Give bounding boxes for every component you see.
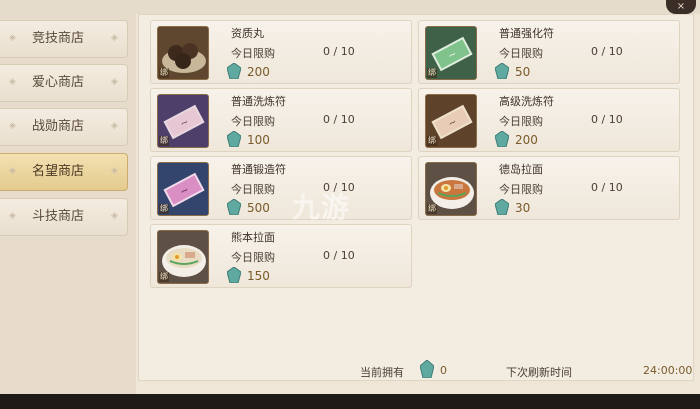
item-name: 高级洗炼符 <box>499 95 554 108</box>
pills-icon: 绑 <box>157 26 209 80</box>
diamond-ornament-icon: ◈ <box>111 121 118 131</box>
item-price: 50 <box>515 65 531 79</box>
limit-label: 今日限购 <box>499 183 543 196</box>
item-price: 200 <box>247 65 270 79</box>
tab-fame-shop[interactable]: ◈ 名望商店 ◈ <box>0 153 128 191</box>
limit-value: 0 / 10 <box>323 249 355 262</box>
limit-value: 0 / 10 <box>591 113 623 126</box>
shop-item-card[interactable]: ~ 绑 普通洗炼符 今日限购 0 / 10 100 <box>150 88 412 152</box>
bound-tag: 绑 <box>427 68 437 78</box>
refresh-label: 下次刷新时间 <box>506 366 572 379</box>
diamond-ornament-icon: ◈ <box>111 33 118 43</box>
shop-item-card[interactable]: ~ 绑 普通锻造符 今日限购 0 / 10 500 <box>150 156 412 220</box>
bound-tag: 绑 <box>159 272 169 282</box>
diamond-ornament-icon: ◈ <box>9 211 16 221</box>
limit-value: 0 / 10 <box>323 113 355 126</box>
item-name: 熊本拉面 <box>231 231 275 244</box>
close-button[interactable]: × <box>666 0 696 14</box>
bound-tag: 绑 <box>427 204 437 214</box>
limit-label: 今日限购 <box>231 251 275 264</box>
currency-gem-icon <box>227 131 241 147</box>
tab-label: 竞技商店 <box>32 31 85 46</box>
item-name: 普通锻造符 <box>231 163 286 176</box>
tab-arena-shop[interactable]: ◈ 竞技商店 ◈ <box>0 20 128 58</box>
tab-label: 战勋商店 <box>32 119 85 134</box>
shop-item-card[interactable]: 绑 德岛拉面 今日限购 0 / 10 30 <box>418 156 680 220</box>
watermark-logo: 九游 <box>292 191 351 224</box>
diamond-ornament-icon: ◈ <box>9 166 16 176</box>
limit-label: 今日限购 <box>499 115 543 128</box>
currency-gem-icon <box>227 267 241 283</box>
tab-label: 名望商店 <box>32 164 85 179</box>
tab-merit-shop[interactable]: ◈ 战勋商店 ◈ <box>0 108 128 146</box>
shop-item-card[interactable]: 绑 熊本拉面 今日限购 0 / 10 150 <box>150 224 412 288</box>
item-name: 资质丸 <box>231 27 264 40</box>
limit-label: 今日限购 <box>499 47 543 60</box>
currency-gem-icon <box>495 199 509 215</box>
gold-talisman-icon: ~ 绑 <box>425 94 477 148</box>
tab-duel-shop[interactable]: ◈ 斗技商店 ◈ <box>0 198 128 236</box>
shop-window: × ◈ 竞技商店 ◈ ◈ 爱心商店 ◈ ◈ 战勋商店 ◈ ◈ 名望商店 ◈ ◈ … <box>0 0 700 409</box>
item-price: 200 <box>515 133 538 147</box>
bound-tag: 绑 <box>159 136 169 146</box>
item-name: 德岛拉面 <box>499 163 543 176</box>
bound-tag: 绑 <box>159 68 169 78</box>
shop-item-card[interactable]: 绑 资质丸 今日限购 0 / 10 200 <box>150 20 412 84</box>
pink-talisman-icon: ~ 绑 <box>157 162 209 216</box>
purple-talisman-icon: ~ 绑 <box>157 94 209 148</box>
limit-label: 今日限购 <box>231 115 275 128</box>
bound-tag: 绑 <box>159 204 169 214</box>
bottom-strip <box>0 394 700 409</box>
diamond-ornament-icon: ◈ <box>111 166 118 176</box>
currency-gem-icon <box>495 63 509 79</box>
owned-value: 0 <box>440 364 447 377</box>
refresh-timer: 24:00:00 <box>643 364 693 377</box>
owned-label: 当前拥有 <box>360 366 404 379</box>
shop-tab-list: ◈ 竞技商店 ◈ ◈ 爱心商店 ◈ ◈ 战勋商店 ◈ ◈ 名望商店 ◈ ◈ 斗技… <box>0 14 136 394</box>
bound-tag: 绑 <box>427 136 437 146</box>
tab-love-shop[interactable]: ◈ 爱心商店 ◈ <box>0 64 128 102</box>
limit-value: 0 / 10 <box>591 181 623 194</box>
limit-value: 0 / 10 <box>591 45 623 58</box>
item-price: 500 <box>247 201 270 215</box>
shop-item-card[interactable]: ~ 绑 高级洗炼符 今日限购 0 / 10 200 <box>418 88 680 152</box>
diamond-ornament-icon: ◈ <box>111 211 118 221</box>
item-name: 普通强化符 <box>499 27 554 40</box>
item-price: 150 <box>247 269 270 283</box>
tab-label: 斗技商店 <box>32 209 85 224</box>
item-name: 普通洗炼符 <box>231 95 286 108</box>
shop-item-card[interactable]: ~ 绑 普通强化符 今日限购 0 / 10 50 <box>418 20 680 84</box>
green-talisman-icon: ~ 绑 <box>425 26 477 80</box>
limit-value: 0 / 10 <box>323 45 355 58</box>
diamond-ornament-icon: ◈ <box>9 121 16 131</box>
currency-gem-icon <box>227 63 241 79</box>
diamond-ornament-icon: ◈ <box>9 33 16 43</box>
limit-label: 今日限购 <box>231 47 275 60</box>
currency-gem-icon <box>227 199 241 215</box>
ramen-icon: 绑 <box>157 230 209 284</box>
limit-label: 今日限购 <box>231 183 275 196</box>
top-bar <box>0 0 700 14</box>
diamond-ornament-icon: ◈ <box>111 77 118 87</box>
diamond-ornament-icon: ◈ <box>9 77 16 87</box>
tab-label: 爱心商店 <box>32 75 85 90</box>
ramen-icon: 绑 <box>425 162 477 216</box>
currency-gem-icon <box>495 131 509 147</box>
item-price: 100 <box>247 133 270 147</box>
currency-gem-icon <box>420 360 434 378</box>
item-price: 30 <box>515 201 531 215</box>
